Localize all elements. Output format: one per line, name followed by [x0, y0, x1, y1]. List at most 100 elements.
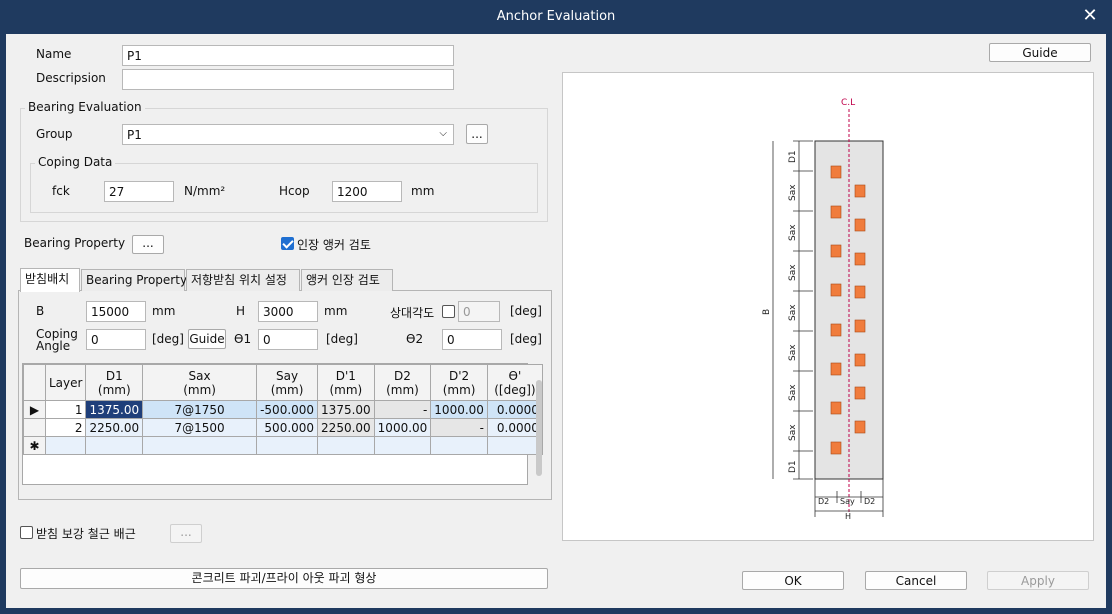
anchor-icon: [830, 283, 842, 297]
anchor-icon: [854, 420, 866, 434]
name-input[interactable]: P1: [122, 45, 454, 66]
relative-angle-checkbox[interactable]: [442, 305, 455, 318]
ok-button[interactable]: OK: [742, 571, 844, 590]
cell-theta-prime[interactable]: 0.0000: [486, 418, 543, 437]
cell-sax[interactable]: 7@1750: [142, 400, 258, 419]
theta1-label: ϴ1: [234, 332, 252, 346]
theta2-unit: [deg]: [510, 332, 542, 346]
anchor-icon: [830, 362, 842, 376]
group-select[interactable]: P1 ⌵: [122, 124, 454, 145]
chevron-down-icon: ⌵: [439, 128, 447, 139]
cell-d-prime-2[interactable]: -: [430, 418, 488, 437]
b-input[interactable]: 15000: [86, 301, 146, 322]
theta1-input[interactable]: 0: [258, 329, 318, 350]
cl-label: C.L: [841, 98, 855, 108]
table-row[interactable]: 2 2250.00 7@1500 500.000 2250.00 1000.00…: [23, 418, 543, 437]
guide-button[interactable]: Guide: [989, 43, 1091, 62]
cell-d1[interactable]: 1375.00: [85, 400, 144, 419]
relative-angle-label: 상대각도: [390, 306, 435, 320]
hcop-label: Hcop: [279, 184, 310, 198]
column-header[interactable]: D'1 (mm): [317, 364, 375, 401]
sax-label: Sax: [788, 224, 798, 241]
close-icon[interactable]: ✕: [1080, 6, 1100, 26]
concrete-failure-button[interactable]: 콘크리트 파괴/프라이 아웃 파괴 형상: [20, 568, 548, 589]
group-more-button[interactable]: ...: [466, 124, 488, 144]
anchor-layout-drawing: C.L B D1 Sax Sax Sax Sax Sax Sax Sax D1 …: [562, 72, 1094, 541]
column-header[interactable]: D2 (mm): [373, 364, 432, 401]
anchor-icon: [830, 441, 842, 455]
current-row-marker[interactable]: ▶: [23, 400, 46, 419]
anchor-icon: [854, 252, 866, 266]
tension-anchor-label: 인장 앵커 검토: [297, 238, 371, 252]
column-header[interactable]: D1 (mm): [85, 364, 144, 401]
cell-theta-prime[interactable]: 0.0000: [486, 400, 543, 419]
tab-layout[interactable]: 받침배치: [20, 268, 80, 292]
relative-angle-input[interactable]: 0: [458, 301, 500, 322]
sax-label: Sax: [788, 264, 798, 281]
anchor-icon: [830, 401, 842, 415]
b-dimension-label: B: [762, 309, 772, 315]
anchor-icon: [854, 184, 866, 198]
cell-sax[interactable]: 7@1500: [142, 418, 258, 437]
cell-empty[interactable]: [430, 436, 488, 455]
cell-layer[interactable]: 1: [44, 400, 87, 419]
cell-layer[interactable]: 2: [44, 418, 87, 437]
cell-empty[interactable]: [317, 436, 375, 455]
description-input[interactable]: [122, 69, 454, 90]
apply-button[interactable]: Apply: [987, 571, 1089, 590]
new-row-marker[interactable]: ✱: [23, 436, 46, 455]
coping-angle-unit: [deg]: [152, 332, 184, 346]
b-label: B: [36, 304, 45, 318]
row-selector[interactable]: [23, 418, 46, 437]
cell-empty[interactable]: [256, 436, 319, 455]
coping-guide-button[interactable]: Guide: [188, 329, 226, 349]
coping-angle-input[interactable]: 0: [86, 329, 146, 350]
table-row[interactable]: ▶ 1 1375.00 7@1750 -500.000 1375.00 - 10…: [23, 400, 543, 419]
column-header[interactable]: Say (mm): [256, 364, 319, 401]
h-dimension-label: H: [845, 512, 851, 521]
cell-d-prime-1[interactable]: 2250.00: [317, 418, 375, 437]
theta2-label: ϴ2: [406, 332, 424, 346]
anchor-icon: [830, 205, 842, 219]
sax-label: Sax: [788, 304, 798, 321]
bearing-property-button[interactable]: ...: [132, 235, 164, 254]
h-input[interactable]: 3000: [258, 301, 318, 322]
cell-empty[interactable]: [142, 436, 258, 455]
cell-empty[interactable]: [85, 436, 144, 455]
grid-scrollbar[interactable]: [536, 380, 542, 476]
sax-label: Sax: [788, 344, 798, 361]
tab-resistance-position[interactable]: 저항받침 위치 설정: [186, 269, 300, 291]
hcop-unit: mm: [411, 184, 435, 198]
say-label: Say: [840, 497, 855, 506]
name-label: Name: [36, 47, 72, 61]
reinforce-label: 받침 보강 철근 배근: [36, 527, 136, 541]
column-header[interactable]: ϴ' ([deg]): [486, 364, 543, 401]
fck-input[interactable]: 27: [104, 181, 174, 202]
cell-empty[interactable]: [486, 436, 543, 455]
fck-label: fck: [52, 184, 70, 198]
drawing-svg: C.L B D1 Sax Sax Sax Sax Sax Sax Sax D1 …: [762, 98, 884, 521]
cell-say[interactable]: -500.000: [256, 400, 319, 419]
cell-say[interactable]: 500.000: [256, 418, 319, 437]
cell-d2[interactable]: -: [373, 400, 432, 419]
reinforce-checkbox[interactable]: [20, 526, 33, 539]
column-header[interactable]: D'2 (mm): [430, 364, 488, 401]
tension-anchor-checkbox[interactable]: [281, 237, 294, 250]
cell-d2[interactable]: 1000.00: [373, 418, 432, 437]
tab-anchor-tension[interactable]: 앵커 인장 검토: [301, 269, 393, 291]
column-header[interactable]: Layer: [44, 364, 87, 401]
cell-d-prime-2[interactable]: 1000.00: [430, 400, 488, 419]
cancel-button[interactable]: Cancel: [865, 571, 967, 590]
cell-d1[interactable]: 2250.00: [85, 418, 144, 437]
anchor-icon: [830, 323, 842, 337]
cell-empty[interactable]: [373, 436, 432, 455]
theta2-input[interactable]: 0: [442, 329, 502, 350]
hcop-input[interactable]: 1200: [332, 181, 402, 202]
cell-empty[interactable]: [44, 436, 87, 455]
table-new-row[interactable]: ✱: [23, 436, 543, 455]
cell-d-prime-1[interactable]: 1375.00: [317, 400, 375, 419]
group-select-value: P1: [127, 128, 142, 142]
tab-bearing-property[interactable]: Bearing Property: [81, 269, 187, 291]
column-header[interactable]: Sax (mm): [142, 364, 258, 401]
reinforce-more-button[interactable]: ...: [170, 524, 202, 543]
